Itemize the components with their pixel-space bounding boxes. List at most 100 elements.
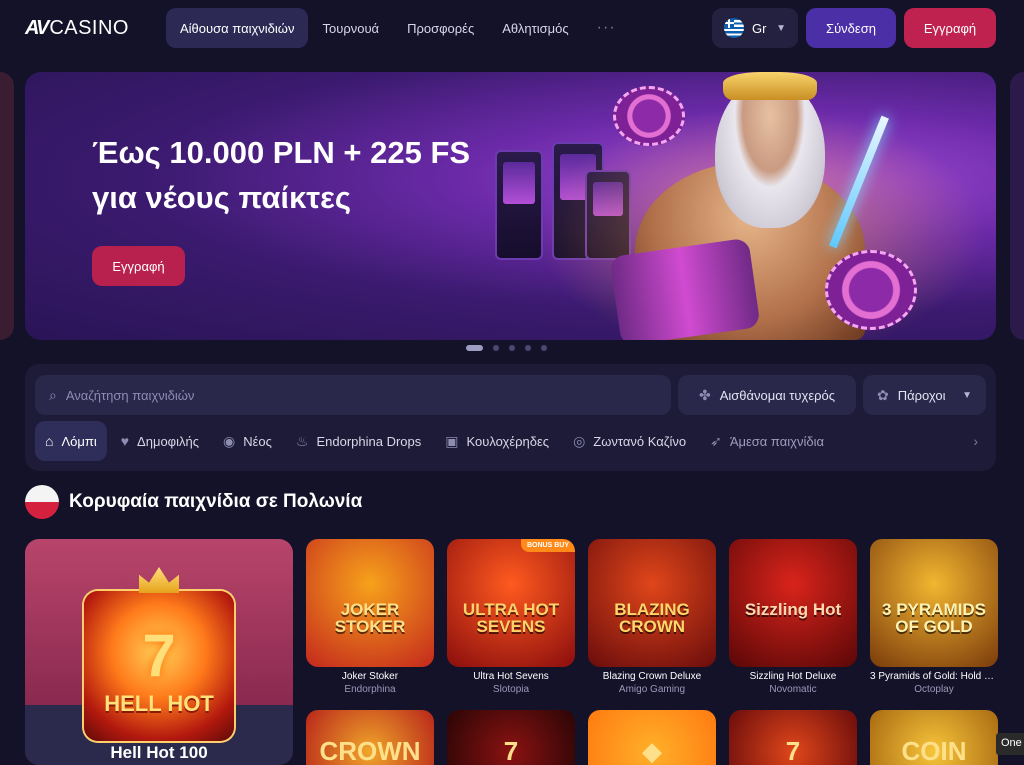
- tooltip: One: [996, 733, 1024, 755]
- flame-icon: ♨: [295, 432, 309, 449]
- game-art-text: ◆: [642, 736, 662, 765]
- laurel-crown-art: [723, 72, 817, 100]
- game-name: Joker Stoker: [341, 671, 399, 682]
- game-thumbnail: 7: [447, 710, 575, 765]
- search-placeholder: Αναζήτηση παιχνιδιών: [65, 387, 195, 403]
- game-card[interactable]: CROWN: [306, 710, 434, 765]
- crown-icon: [139, 567, 179, 593]
- slot-icon: ▣: [445, 432, 459, 449]
- carousel-dot[interactable]: [493, 345, 499, 351]
- game-provider: Endorphina: [344, 684, 396, 695]
- tab-label: Δημοφιλής: [137, 433, 199, 449]
- tab-label: Λόμπι: [61, 433, 97, 449]
- page: AV CASINO Αίθουσα παιχνιδιών Τουρνουά Πρ…: [0, 0, 1024, 765]
- carousel-dot[interactable]: [541, 345, 547, 351]
- game-thumbnail: BLAZING CROWN: [588, 539, 716, 667]
- game-card[interactable]: 7: [729, 710, 857, 765]
- zeus-head-art: [715, 78, 825, 228]
- login-button[interactable]: Σύνδεση: [806, 8, 896, 48]
- game-card[interactable]: Sizzling Hot Sizzling Hot Deluxe Novomatic: [729, 539, 857, 695]
- game-art-text: JOKER STOKER: [334, 600, 406, 636]
- tab-label: Ζωντανό Καζίνο: [593, 433, 687, 449]
- poland-flag-icon: [25, 485, 59, 519]
- tab-endorphina-drops[interactable]: ♨ Endorphina Drops: [286, 421, 431, 461]
- banner-register-button[interactable]: Εγγραφή: [92, 246, 185, 286]
- tab-popular[interactable]: ♥ Δημοφιλής: [111, 421, 209, 461]
- game-thumbnail: ULTRA HOT SEVENS BONUS BUY: [447, 539, 575, 667]
- game-art-text: CROWN: [319, 736, 421, 765]
- tab-live-casino[interactable]: ◎ Ζωντανό Καζίνο: [563, 421, 696, 461]
- game-provider: Slotopia: [492, 684, 530, 695]
- search-input[interactable]: ⌕ Αναζήτηση παιχνιδιών: [35, 375, 671, 415]
- game-card[interactable]: JOKER STOKER Joker Stoker Endorphina: [306, 539, 434, 695]
- tab-lobby[interactable]: ⌂ Λόμπι: [35, 421, 107, 461]
- next-slide-peek[interactable]: [1010, 72, 1024, 340]
- feeling-lucky-button[interactable]: ✤ Αισθάνομαι τυχερός: [678, 375, 856, 415]
- logo-text: CASINO: [49, 17, 129, 39]
- home-icon: ⌂: [45, 433, 54, 449]
- providers-dropdown[interactable]: ✿ Πάροχοι ▼: [863, 375, 986, 415]
- chevron-right-icon[interactable]: ›: [973, 433, 978, 449]
- nav-more-button[interactable]: ···: [583, 8, 630, 48]
- banner-title: Έως 10.000 PLN + 225 FS για νέους παίκτε…: [92, 135, 471, 215]
- tab-instant-games[interactable]: ➶ Άμεσα παιχνίδια: [700, 421, 834, 461]
- game-art-text: COIN: [901, 736, 967, 765]
- language-label: Gr: [752, 20, 767, 36]
- game-card[interactable]: 7: [447, 710, 575, 765]
- featured-art-text: HELL HOT: [104, 691, 214, 716]
- providers-icon: ✿: [877, 386, 889, 403]
- game-provider: Amigo Gaming: [618, 684, 686, 695]
- game-card[interactable]: 3 PYRAMIDS OF GOLD 3 Pyramids of Gold: Ho…: [870, 539, 998, 695]
- game-thumbnail: CROWN: [306, 710, 434, 765]
- register-button[interactable]: Εγγραφή: [904, 8, 996, 48]
- seven-symbol-art: 7: [142, 622, 176, 689]
- tab-label: Νέος: [243, 433, 272, 449]
- logo[interactable]: AV CASINO: [25, 17, 129, 40]
- tab-slots[interactable]: ▣ Κουλοχέρηδες: [435, 421, 559, 461]
- nav-tournaments[interactable]: Τουρνουά: [308, 8, 393, 48]
- logo-mark: AV: [25, 17, 49, 39]
- nav-sports[interactable]: Αθλητισμός: [488, 8, 582, 48]
- header: AV CASINO Αίθουσα παιχνιδιών Τουρνουά Πρ…: [0, 0, 1024, 58]
- game-thumbnail: COIN: [870, 710, 998, 765]
- game-art-text: Sizzling Hot: [744, 600, 842, 619]
- game-card[interactable]: COIN: [870, 710, 998, 765]
- game-art-text: 3 PYRAMIDS OF GOLD: [882, 600, 986, 636]
- bonus-buy-badge: BONUS BUY: [520, 539, 575, 552]
- games-filter-panel: ⌕ Αναζήτηση παιχνιδιών ✤ Αισθάνομαι τυχε…: [25, 364, 996, 471]
- chevron-down-icon: ▼: [776, 22, 786, 34]
- game-art-text: 7: [785, 736, 801, 765]
- promo-banner[interactable]: Έως 10.000 PLN + 225 FS για νέους παίκτε…: [25, 72, 996, 340]
- game-provider: Novomatic: [769, 684, 817, 695]
- game-card[interactable]: ULTRA HOT SEVENS BONUS BUY Ultra Hot Seven…: [447, 539, 575, 695]
- clover-icon: ✤: [698, 386, 711, 403]
- language-selector[interactable]: Gr ▼: [712, 8, 798, 48]
- game-name: Blazing Crown Deluxe: [602, 671, 702, 682]
- game-name: Sizzling Hot Deluxe: [749, 671, 837, 682]
- providers-label: Πάροχοι: [897, 387, 946, 403]
- game-card[interactable]: ◆: [588, 710, 716, 765]
- carousel-dot[interactable]: [509, 345, 515, 351]
- game-art-text: ULTRA HOT SEVENS: [462, 600, 560, 636]
- tab-new[interactable]: ◉ Νέος: [213, 421, 282, 461]
- tab-label: Άμεσα παιχνίδια: [729, 433, 824, 449]
- section-title: Κορυφαία παιχνίδια σε Πολωνία: [69, 491, 363, 512]
- feeling-lucky-label: Αισθάνομαι τυχερός: [719, 387, 836, 403]
- game-provider: Octoplay: [914, 684, 954, 695]
- carousel-dot[interactable]: [525, 345, 531, 351]
- rocket-icon: ➶: [710, 432, 722, 449]
- nav-promotions[interactable]: Προσφορές: [393, 8, 488, 48]
- nav-game-lobby[interactable]: Αίθουσα παιχνιδιών: [166, 8, 309, 48]
- game-name: Ultra Hot Sevens: [473, 671, 549, 682]
- game-thumbnail: 3 PYRAMIDS OF GOLD: [870, 539, 998, 667]
- game-card[interactable]: BLAZING CROWN Blazing Crown Deluxe Amigo G…: [588, 539, 716, 695]
- section-header: Κορυφαία παιχνίδια σε Πολωνία: [25, 485, 362, 519]
- previous-slide-peek[interactable]: [0, 72, 14, 340]
- game-thumbnail: ◆: [588, 710, 716, 765]
- new-icon: ◉: [223, 432, 236, 449]
- featured-game-thumbnail: 7 HELL HOT: [84, 567, 234, 741]
- featured-game-card[interactable]: 7 HELL HOT Hell Hot 100: [25, 539, 293, 765]
- game-name: 3 Pyramids of Gold: Hold & Win: [870, 671, 998, 682]
- carousel-dot[interactable]: [466, 345, 483, 351]
- category-tabs: ⌂ Λόμπι ♥ Δημοφιλής ◉ Νέος ♨ Endorphina Drop…: [35, 421, 986, 461]
